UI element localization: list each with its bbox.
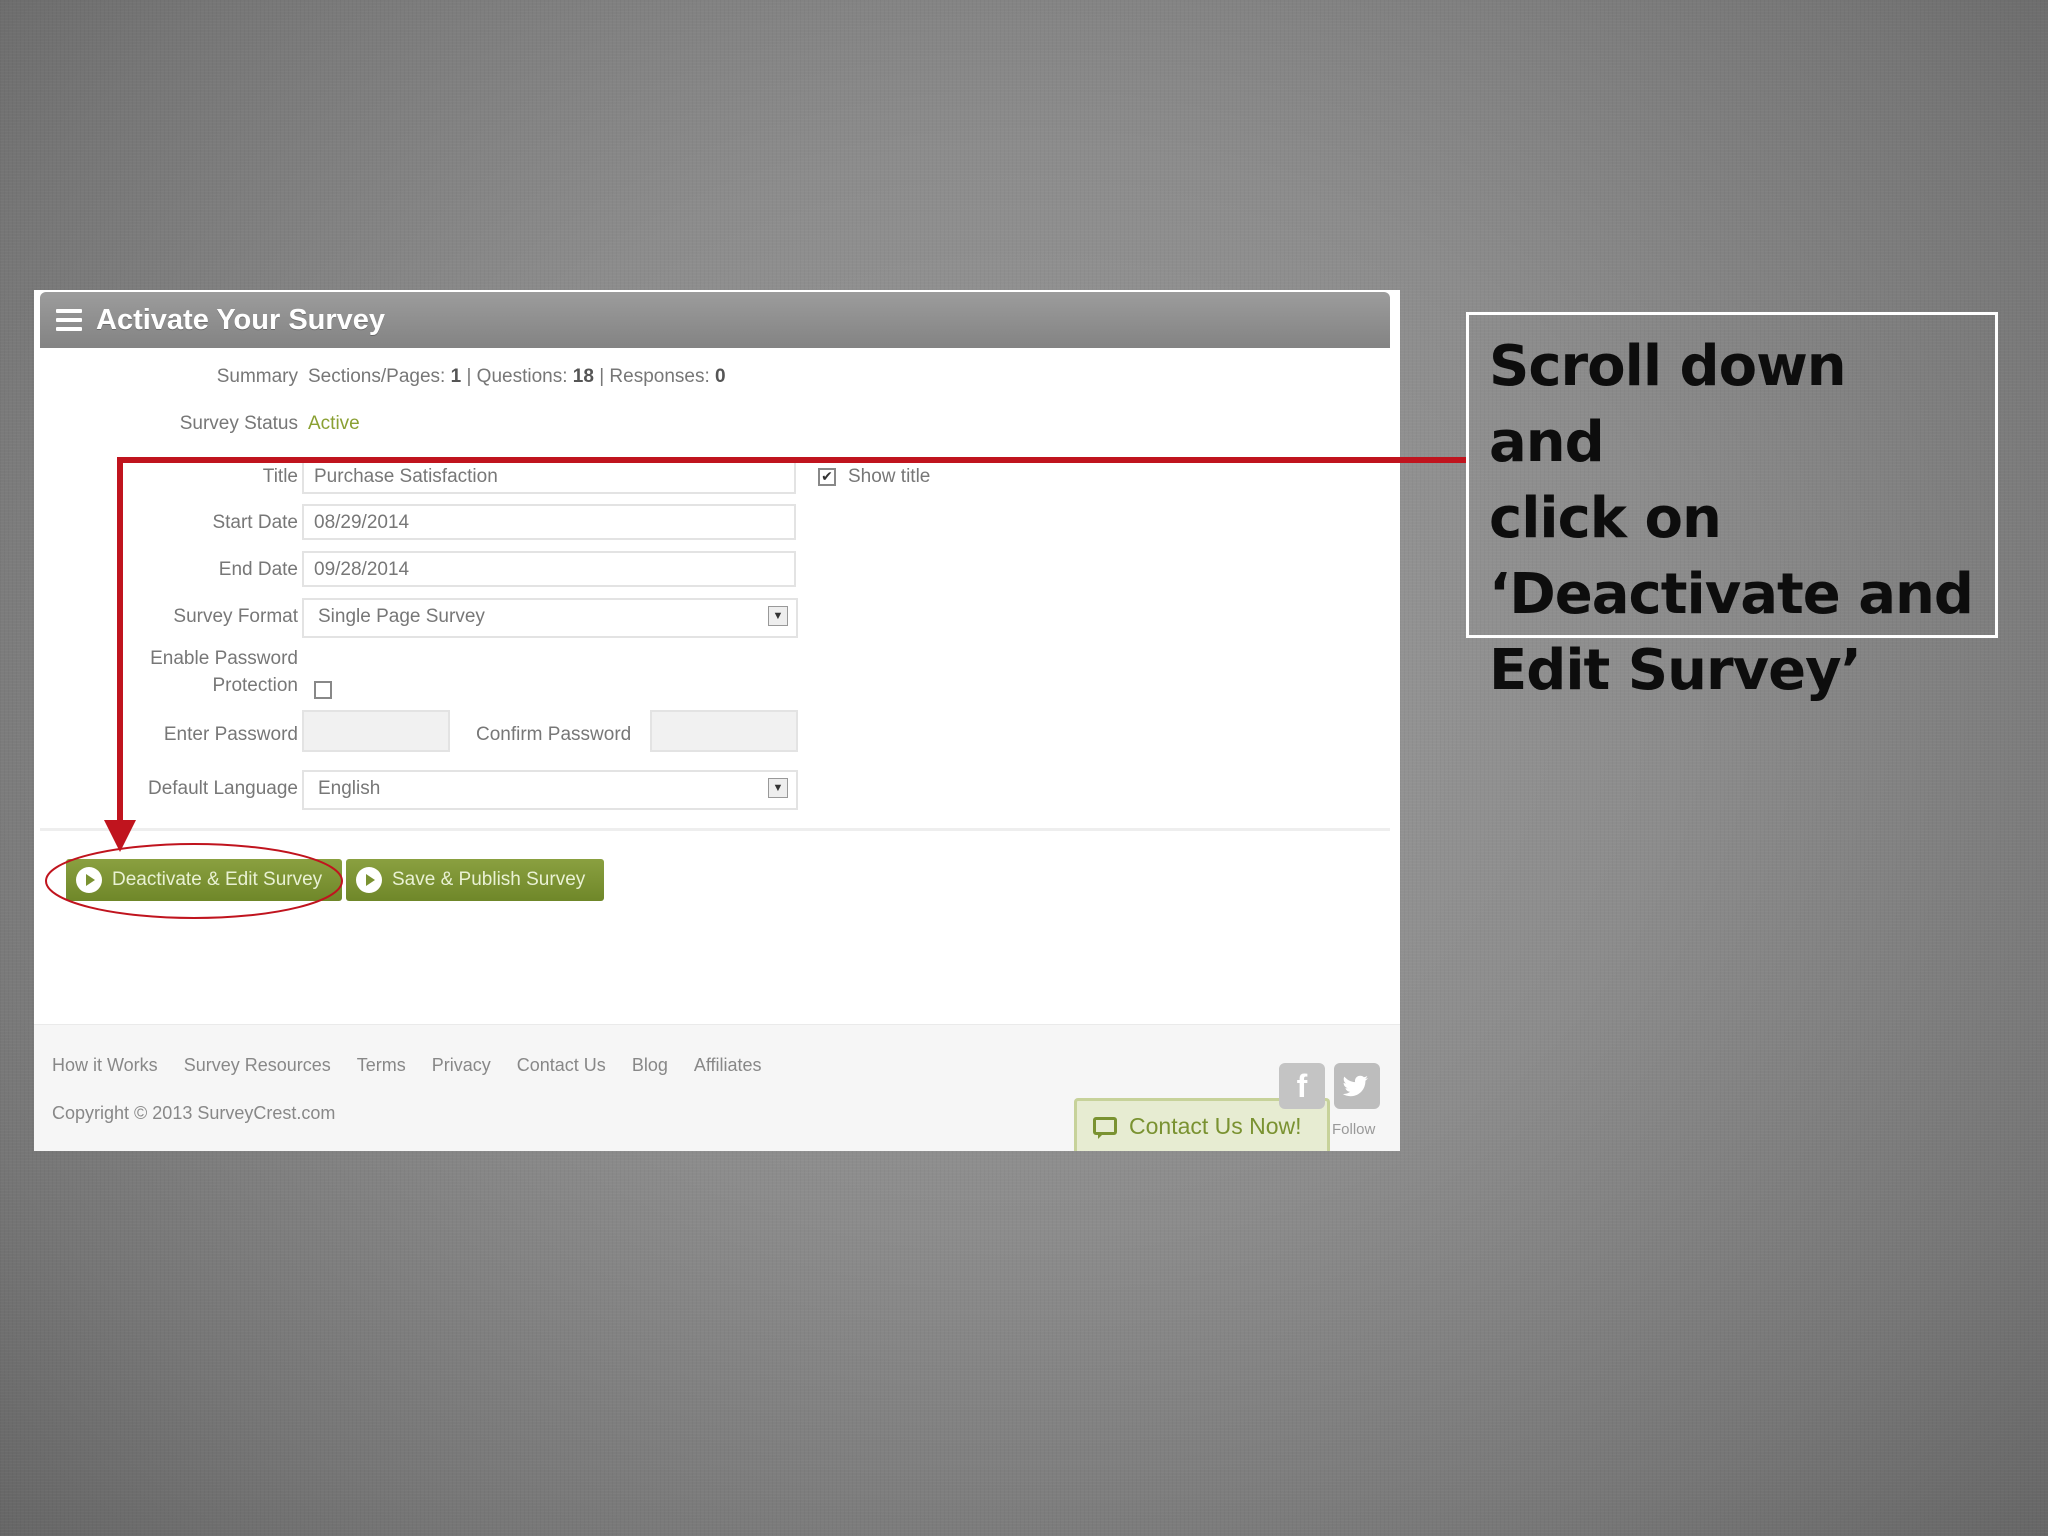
- highlight-ellipse: [45, 843, 343, 919]
- pointer-line: [117, 457, 1466, 830]
- annotation-overlay: [45, 457, 1466, 919]
